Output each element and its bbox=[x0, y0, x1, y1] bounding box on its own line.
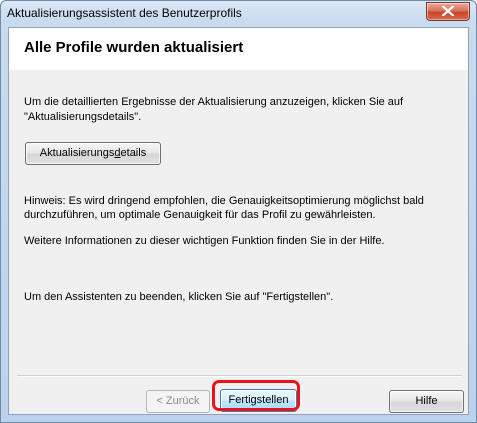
finish-instruction-text: Um den Assistenten zu beenden, klicken S… bbox=[24, 291, 334, 303]
window-title: Aktualisierungsassistent des Benutzerpro… bbox=[7, 6, 242, 20]
footer-separator bbox=[17, 375, 462, 377]
wizard-page: Alle Profile wurden aktualisiert Um die … bbox=[8, 27, 469, 415]
update-details-label-pre: Aktualisierungs bbox=[39, 147, 115, 159]
title-bar[interactable]: Aktualisierungsassistent des Benutzerpro… bbox=[1, 1, 476, 27]
update-details-label-post: etails bbox=[120, 147, 147, 159]
close-button[interactable] bbox=[426, 2, 470, 21]
wizard-window: Aktualisierungsassistent des Benutzerpro… bbox=[0, 0, 477, 423]
intro-text-line-2: "Aktualisierungsdetails". bbox=[24, 111, 142, 123]
intro-text-line-1: Um die detaillierten Ergebnisse der Aktu… bbox=[24, 96, 404, 108]
finish-button-highlight bbox=[212, 380, 300, 411]
header-panel: Alle Profile wurden aktualisiert bbox=[9, 28, 468, 70]
back-button[interactable]: < Zurück bbox=[146, 390, 210, 413]
hint-text-line-1: Hinweis: Es wird dringend empfohlen, die… bbox=[24, 195, 424, 207]
help-info-text: Weitere Informationen zu dieser wichtige… bbox=[24, 235, 385, 247]
page-title: Alle Profile wurden aktualisiert bbox=[24, 39, 244, 56]
help-button[interactable]: Hilfe bbox=[389, 390, 464, 413]
hint-text-line-2: durchzuführen, um optimale Genauigkeit f… bbox=[24, 209, 376, 221]
close-icon bbox=[442, 6, 454, 16]
update-details-button[interactable]: Aktualisierungsdetails bbox=[25, 142, 161, 165]
